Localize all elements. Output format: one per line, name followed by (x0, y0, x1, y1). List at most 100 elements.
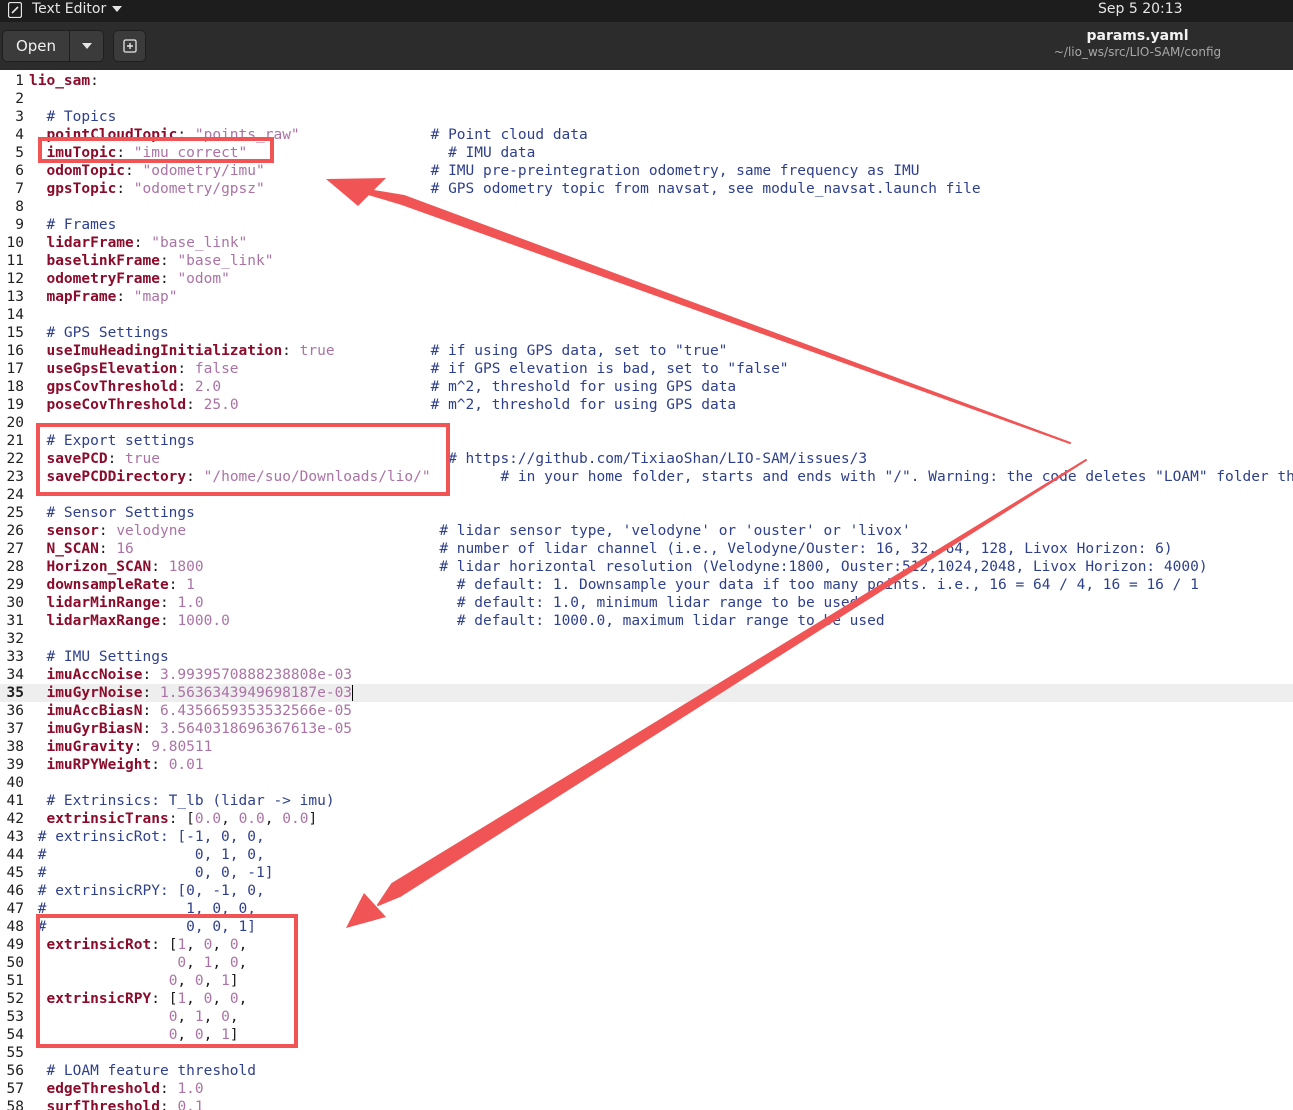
code-line[interactable]: 32 (0, 630, 1293, 648)
code-line[interactable]: 19 poseCovThreshold: 25.0 # m^2, thresho… (0, 396, 1293, 414)
yaml-comment: # default: 1000.0, maximum lidar range t… (456, 613, 885, 629)
code-line[interactable]: 30 lidarMinRange: 1.0 # default: 1.0, mi… (0, 594, 1293, 612)
code-text: : (177, 361, 195, 377)
line-content: odometryFrame: "odom" (29, 270, 229, 288)
code-text: : (159, 1099, 178, 1110)
line-number: 7 (15, 181, 24, 197)
clock[interactable]: Sep 5 20:13 (1098, 1, 1183, 17)
code-line[interactable]: 8 (0, 198, 1293, 216)
code-line[interactable]: 45 # 0, 0, -1] (0, 864, 1293, 882)
code-line[interactable]: 50 0, 1, 0, (0, 954, 1293, 972)
code-line[interactable]: 39 imuRPYWeight: 0.01 (0, 756, 1293, 774)
line-number: 4 (15, 127, 24, 143)
code-line[interactable]: 29 downsampleRate: 1 # default: 1. Downs… (0, 576, 1293, 594)
code-line[interactable]: 57 edgeThreshold: 1.0 (0, 1080, 1293, 1098)
code-line[interactable]: 21 # Export settings (0, 432, 1293, 450)
code-line[interactable]: 55 (0, 1044, 1293, 1062)
code-line[interactable]: 18 gpsCovThreshold: 2.0 # m^2, threshold… (0, 378, 1293, 396)
code-line[interactable]: 9 # Frames (0, 216, 1293, 234)
code-line[interactable]: 42 extrinsicTrans: [0.0, 0.0, 0.0] (0, 810, 1293, 828)
code-line[interactable]: 20 (0, 414, 1293, 432)
code-line[interactable]: 10 lidarFrame: "base_link" (0, 234, 1293, 252)
open-button[interactable]: Open (2, 30, 70, 62)
yaml-value: 1 (177, 937, 187, 953)
new-document-button[interactable] (113, 30, 146, 62)
code-line[interactable]: 44 # 0, 1, 0, (0, 846, 1293, 864)
code-line[interactable]: 52 extrinsicRPY: [1, 0, 0, (0, 990, 1293, 1008)
code-line[interactable]: 51 0, 0, 1] (0, 972, 1293, 990)
yaml-comment: # IMU Settings (46, 649, 169, 665)
code-line[interactable]: 49 extrinsicRot: [1, 0, 0, (0, 936, 1293, 954)
line-content: # Export settings (29, 432, 194, 450)
code-line[interactable]: 37 imuGyrBiasN: 3.5640318696367613e-05 (0, 720, 1293, 738)
yaml-value: false (194, 361, 239, 377)
yaml-comment: # IMU data (448, 145, 536, 161)
code-line[interactable]: 48 # 0, 0, 1] (0, 918, 1293, 936)
yaml-value: 1000.0 (177, 613, 230, 629)
line-number: 58 (6, 1099, 24, 1110)
code-line[interactable]: 54 0, 0, 1] (0, 1026, 1293, 1044)
code-line[interactable]: 6 odomTopic: "odometry/imu" # IMU pre-pr… (0, 162, 1293, 180)
line-number: 50 (6, 955, 24, 971)
line-number: 1 (15, 73, 24, 89)
code-line[interactable]: 22 savePCD: true # https://github.com/Ti… (0, 450, 1293, 468)
code-line[interactable]: 36 imuAccBiasN: 6.4356659353532566e-05 (0, 702, 1293, 720)
line-content: 0, 0, 1] (29, 972, 239, 990)
code-line[interactable]: 40 (0, 774, 1293, 792)
code-line[interactable]: 58 surfThreshold: 0.1 (0, 1098, 1293, 1110)
code-line[interactable]: 3 # Topics (0, 108, 1293, 126)
code-text: : (142, 667, 160, 683)
code-line[interactable]: 28 Horizon_SCAN: 1800 # lidar horizontal… (0, 558, 1293, 576)
code-line[interactable]: 47 # 1, 0, 0, (0, 900, 1293, 918)
yaml-value: 3.5640318696367613e-05 (159, 721, 353, 737)
yaml-value: 0.1 (177, 1099, 204, 1110)
yaml-value: 1.5636343949698187e-03 (159, 685, 353, 701)
code-line[interactable]: 12 odometryFrame: "odom" (0, 270, 1293, 288)
code-line[interactable]: 43 # extrinsicRot: [-1, 0, 0, (0, 828, 1293, 846)
code-line[interactable]: 11 baselinkFrame: "base_link" (0, 252, 1293, 270)
open-menu-button[interactable] (69, 30, 104, 62)
code-line[interactable]: 15 # GPS Settings (0, 324, 1293, 342)
code-line[interactable]: 31 lidarMaxRange: 1000.0 # default: 1000… (0, 612, 1293, 630)
code-line[interactable]: 56 # LOAM feature threshold (0, 1062, 1293, 1080)
yaml-value: true (299, 343, 335, 359)
code-line[interactable]: 14 (0, 306, 1293, 324)
code-line[interactable]: 33 # IMU Settings (0, 648, 1293, 666)
yaml-key: extrinsicRot (46, 937, 152, 953)
line-number: 44 (6, 847, 24, 863)
code-line[interactable]: 4 pointCloudTopic: "points_raw" # Point … (0, 126, 1293, 144)
yaml-key: odomTopic (46, 163, 126, 179)
code-line[interactable]: 24 (0, 486, 1293, 504)
code-line[interactable]: 27 N_SCAN: 16 # number of lidar channel … (0, 540, 1293, 558)
code-line[interactable]: 25 # Sensor Settings (0, 504, 1293, 522)
app-menu[interactable]: Text Editor (32, 1, 123, 17)
code-line[interactable]: 41 # Extrinsics: T_lb (lidar -> imu) (0, 792, 1293, 810)
line-content: extrinsicRot: [1, 0, 0, (29, 936, 247, 954)
yaml-value: 16 (116, 541, 134, 557)
code-line[interactable]: 16 useImuHeadingInitialization: true # i… (0, 342, 1293, 360)
yaml-value: 1.0 (177, 1081, 204, 1097)
code-line[interactable]: 2 (0, 90, 1293, 108)
code-text: , (186, 991, 204, 1007)
code-line[interactable]: 17 useGpsElevation: false # if GPS eleva… (0, 360, 1293, 378)
line-number: 39 (6, 757, 24, 773)
code-line[interactable]: 7 gpsTopic: "odometry/gpsz" # GPS odomet… (0, 180, 1293, 198)
text-view[interactable]: 1 lio_sam: 2 3 # Topics 4 pointCloudTopic: "… (0, 70, 1293, 1110)
code-line[interactable]: 1 lio_sam: (0, 72, 1293, 90)
code-line[interactable]: 35 imuGyrNoise: 1.5636343949698187e-03 (0, 684, 1293, 702)
code-line[interactable]: 23 savePCDDirectory: "/home/suo/Download… (0, 468, 1293, 486)
code-line[interactable]: 5 imuTopic: "imu_correct" # IMU data (0, 144, 1293, 162)
code-line[interactable]: 46 # extrinsicRPY: [0, -1, 0, (0, 882, 1293, 900)
code-line[interactable]: 13 mapFrame: "map" (0, 288, 1293, 306)
code-line[interactable]: 38 imuGravity: 9.80511 (0, 738, 1293, 756)
code-line[interactable]: 53 0, 1, 0, (0, 1008, 1293, 1026)
code-line[interactable]: 26 sensor: velodyne # lidar sensor type,… (0, 522, 1293, 540)
code-line[interactable]: 34 imuAccNoise: 3.9939570888238808e-03 (0, 666, 1293, 684)
